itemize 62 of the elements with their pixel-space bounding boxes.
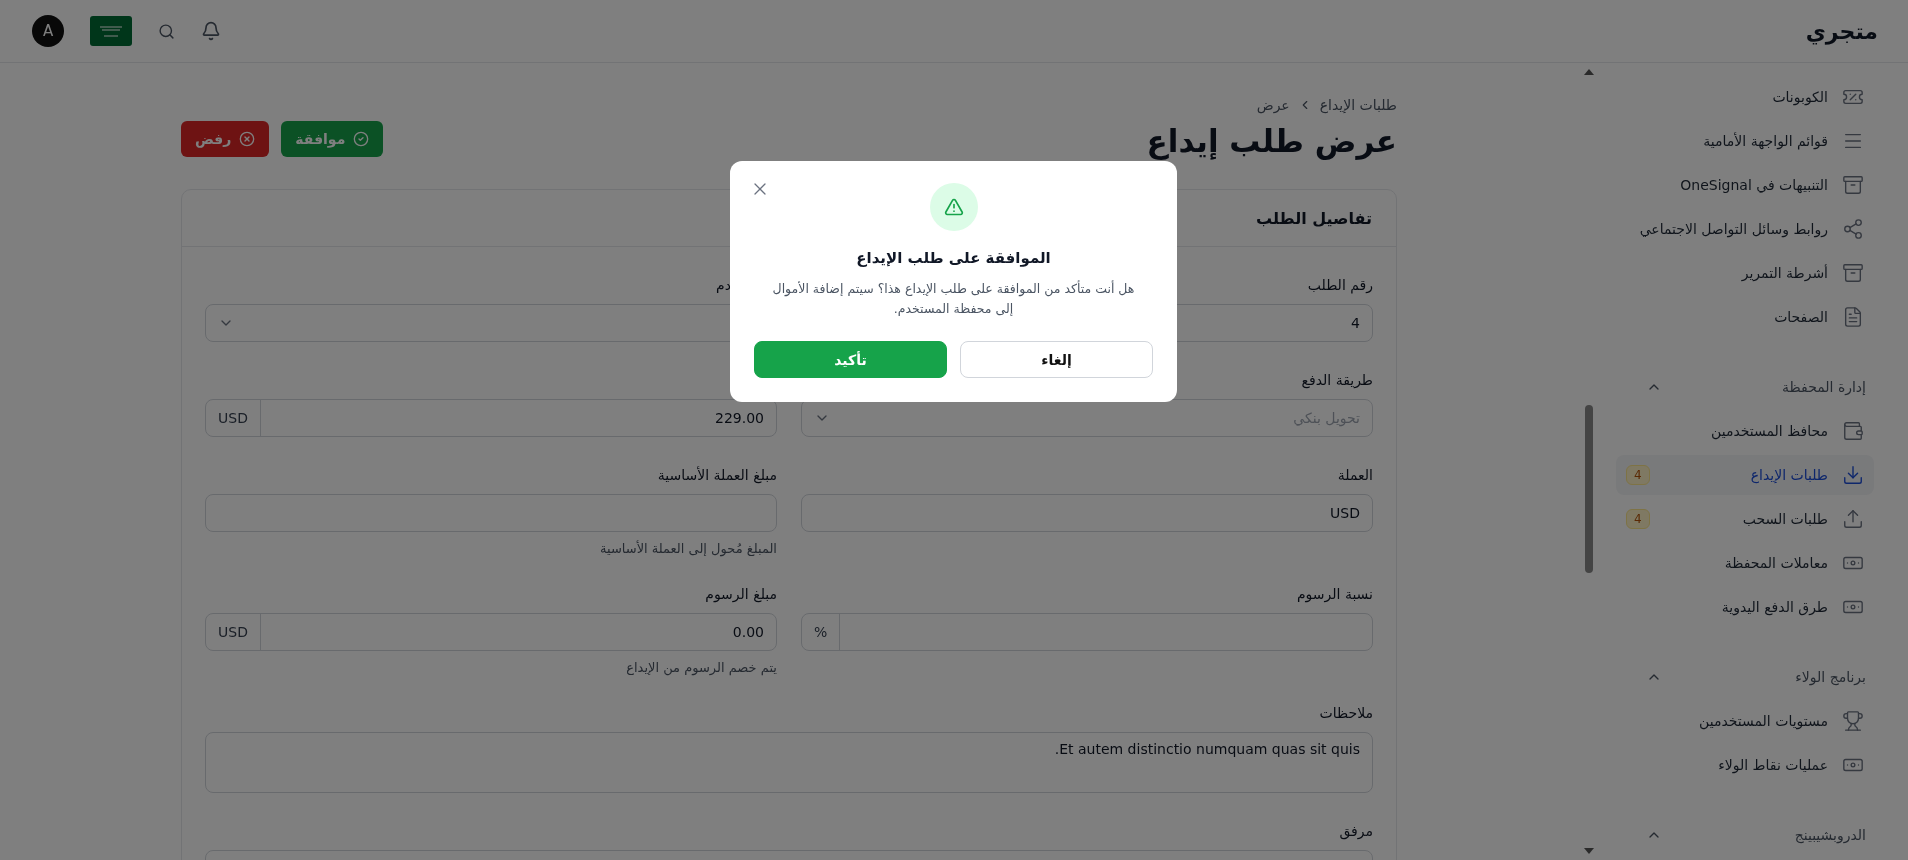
section-header[interactable]: الدروبشيبينج	[1616, 815, 1874, 855]
count-badge: 4	[1626, 509, 1650, 529]
sidebar-item[interactable]: الكوبونات	[1616, 77, 1874, 117]
upload-icon	[1842, 508, 1864, 530]
sidebar-item[interactable]: محافظ المستخدمين	[1616, 411, 1874, 451]
unit-label: USD	[206, 400, 261, 436]
field-label: طريقة الدفع	[1301, 372, 1373, 390]
archive-icon	[1842, 262, 1864, 284]
sidebar-item[interactable]: روابط وسائل التواصل الاجتماعي	[1616, 209, 1874, 249]
count-badge: 4	[1626, 465, 1650, 485]
download-icon	[1842, 464, 1864, 486]
check-circle-icon	[353, 131, 370, 147]
scrollbar-thumb[interactable]	[1585, 405, 1593, 573]
trophy-icon	[1842, 710, 1864, 732]
field-label: مرفق	[1339, 823, 1373, 841]
sidebar-item[interactable]: الصفحات	[1616, 297, 1874, 337]
breadcrumb-item: عرض	[1256, 97, 1290, 113]
dialog-message: هل أنت متأكد من الموافقة على طلب الإيداع هذا؟ سيتم إضافة الأموال إلى محفظة المستخدم.	[771, 279, 1136, 318]
field-label: مبلغ الرسوم	[705, 586, 777, 604]
sidebar-item[interactable]: قوائم الواجهة الأمامية	[1616, 121, 1874, 161]
section-header[interactable]: برنامج الولاء	[1616, 657, 1874, 697]
scroll-down-icon[interactable]	[1584, 848, 1594, 854]
unit-label: USD	[206, 614, 261, 650]
warning-icon	[929, 183, 978, 231]
field-label: مبلغ العملة الأساسية	[657, 467, 777, 485]
input-field[interactable]: USD	[801, 494, 1373, 532]
field-label: ملاحظات	[1319, 705, 1373, 723]
confirm-button[interactable]: تأكيد	[754, 341, 947, 378]
card-title: تفاصيل الطلب	[1256, 208, 1372, 228]
field-hint: يتم خصم الرسوم من الإيداع	[625, 660, 777, 675]
page-title: عرض طلب إيداع	[1146, 123, 1397, 159]
logo: متجري	[1805, 18, 1878, 44]
breadcrumb-item[interactable]: طلبات الإيداع	[1319, 97, 1397, 113]
x-circle-icon	[239, 131, 256, 147]
avatar[interactable]: A	[32, 15, 64, 47]
wallet-icon	[1842, 420, 1864, 442]
reject-button[interactable]: رفض	[181, 121, 270, 157]
field-label: رقم الطلب	[1307, 277, 1373, 295]
sidebar-item[interactable]: التنبيهات في OneSignal	[1616, 165, 1874, 205]
sidebar-item[interactable]: عمليات نقاط الولاء	[1616, 745, 1874, 785]
search-icon[interactable]	[158, 22, 175, 40]
input-field[interactable]: 229.00	[260, 400, 776, 436]
share-icon	[1842, 218, 1864, 240]
dialog-title: الموافقة على طلب الإيداع	[856, 249, 1051, 267]
sidebar-item[interactable]: مستويات المستخدمين	[1616, 701, 1874, 741]
scroll-up-icon[interactable]	[1584, 69, 1594, 75]
field-label: دم	[716, 277, 731, 295]
unit-label: %	[802, 614, 841, 650]
section-header[interactable]: إدارة المحفظة	[1616, 367, 1874, 407]
sidebar-item[interactable]: طرق الدفع اليدوية	[1616, 587, 1874, 627]
cancel-button[interactable]: إلغاء	[960, 341, 1153, 378]
field-label: العملة	[1337, 467, 1373, 485]
sidebar-item[interactable]: معاملات المحفظة	[1616, 543, 1874, 583]
field-hint: المبلغ مُحول إلى العملة الأساسية	[599, 541, 777, 556]
approve-button[interactable]: موافقة	[281, 121, 384, 157]
field-label: نسبة الرسوم	[1296, 586, 1373, 604]
archive-icon	[1842, 174, 1864, 196]
bell-icon[interactable]	[201, 21, 221, 41]
sidebar-item[interactable]: أشرطة التمرير	[1616, 253, 1874, 293]
textarea-field[interactable]: Et autem distinctio numquam quas sit quis.	[205, 732, 1373, 793]
input-field[interactable]: 0.00	[260, 614, 776, 650]
document-icon	[1842, 306, 1864, 328]
